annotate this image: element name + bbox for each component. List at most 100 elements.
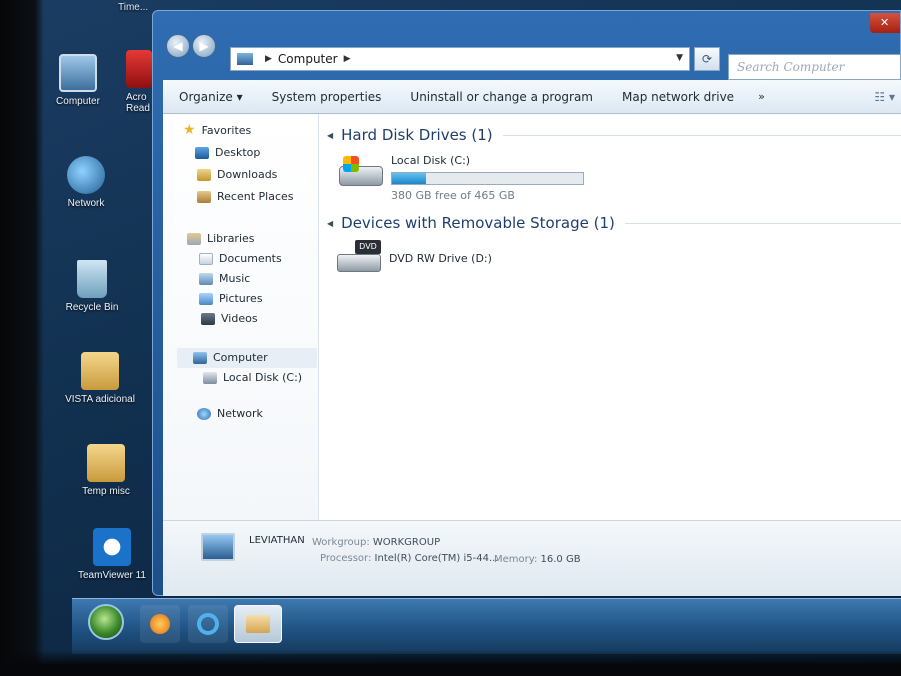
drive-name: Local Disk (C:) — [391, 154, 471, 167]
nav-computer[interactable]: Computer — [193, 351, 268, 364]
command-bar: Organize ▾ System properties Uninstall o… — [163, 80, 901, 114]
nav-label: Recent Places — [217, 190, 294, 203]
internet-explorer-icon — [197, 613, 219, 635]
documents-icon — [199, 252, 213, 265]
nav-pictures[interactable]: Pictures — [199, 292, 263, 305]
nav-downloads[interactable]: Downloads — [197, 168, 277, 181]
windows-logo-icon — [343, 156, 359, 172]
memory-field: Memory: 16.0 GB — [494, 554, 581, 565]
capacity-bar-fill — [392, 173, 427, 184]
teamviewer-icon — [93, 528, 131, 566]
memory-value: 16.0 GB — [540, 554, 581, 565]
hard-drive-icon — [337, 154, 383, 190]
workgroup-field: Workgroup: WORKGROUP — [312, 537, 440, 548]
nav-libraries[interactable]: Libraries — [187, 232, 255, 245]
computer-name: LEVIATHAN — [249, 535, 305, 546]
back-button[interactable]: ◀ — [166, 34, 190, 58]
nav-label: Local Disk (C:) — [223, 371, 303, 384]
desktop-icon-computer[interactable]: Computer — [38, 54, 118, 107]
group-divider — [502, 134, 901, 136]
breadcrumb-chevron-icon[interactable]: ▶ — [344, 54, 351, 64]
desktop-icon-label: Recycle Bin — [65, 302, 119, 313]
address-dropdown-icon[interactable]: ▼ — [676, 53, 683, 63]
libraries-icon — [187, 232, 201, 245]
desktop-icon-acrobat[interactable]: Acro Read — [112, 50, 154, 114]
memory-label: Memory: — [494, 554, 538, 565]
group-header-removable-storage[interactable]: ◀ Devices with Removable Storage (1) — [327, 214, 901, 232]
computer-icon — [59, 54, 97, 92]
breadcrumb-chevron-icon: ▶ — [265, 54, 272, 64]
computer-icon — [237, 53, 253, 65]
forward-button[interactable]: ▶ — [192, 34, 216, 58]
nav-videos[interactable]: Videos — [201, 312, 258, 325]
navigation-pane: ★ Favorites Desktop Downloads Recent Pla… — [163, 114, 319, 520]
change-view-icon[interactable]: ☷ ▾ — [874, 90, 895, 104]
downloads-folder-icon — [197, 168, 211, 181]
desktop-icon-teamviewer[interactable]: TeamViewer 11 — [72, 528, 152, 581]
close-button[interactable] — [870, 13, 900, 33]
desktop-icon-folder-vista[interactable]: VISTA adicional — [60, 352, 140, 405]
dvd-badge: DVD — [355, 240, 381, 254]
nav-label: Downloads — [217, 168, 278, 181]
nav-label: Videos — [221, 312, 258, 325]
nav-local-disk[interactable]: Local Disk (C:) — [203, 371, 302, 384]
collapse-triangle-icon[interactable]: ◀ — [327, 131, 333, 140]
nav-label: Music — [219, 272, 251, 285]
drive-local-disk-c[interactable]: Local Disk (C:) 380 GB free of 465 GB — [337, 154, 584, 202]
group-title: Hard Disk Drives (1) — [341, 126, 493, 144]
start-button[interactable] — [88, 604, 124, 640]
nav-label: Favorites — [201, 123, 252, 137]
nav-label: Computer — [213, 351, 268, 364]
nav-documents[interactable]: Documents — [199, 252, 282, 265]
nav-label: Network — [217, 407, 263, 420]
refresh-button[interactable]: ⟳ — [694, 47, 720, 71]
search-input[interactable]: Search Computer — [728, 54, 901, 80]
collapse-triangle-icon[interactable]: ◀ — [327, 219, 333, 228]
processor-field: Processor: Intel(R) Core(TM) i5-44... — [320, 553, 499, 564]
group-header-hard-disk-drives[interactable]: ◀ Hard Disk Drives (1) — [327, 126, 901, 144]
folder-icon — [81, 352, 119, 390]
desktop-icon-network[interactable]: Network — [46, 156, 126, 209]
nav-label: Libraries — [207, 232, 255, 245]
star-icon: ★ — [183, 122, 196, 138]
details-pane: LEVIATHAN Workgroup: WORKGROUP Memory: 1… — [163, 520, 901, 596]
workgroup-label: Workgroup: — [312, 537, 370, 548]
network-icon — [197, 407, 211, 420]
group-title: Devices with Removable Storage (1) — [341, 214, 615, 232]
recycle-bin-icon — [77, 260, 107, 298]
taskbar-internet-explorer-button[interactable] — [188, 605, 228, 643]
nav-recent-places[interactable]: Recent Places — [197, 190, 294, 203]
videos-icon — [201, 312, 215, 325]
breadcrumb-computer[interactable]: Computer — [278, 52, 338, 66]
nav-music[interactable]: Music — [199, 272, 250, 285]
desktop-icon-recycle-bin[interactable]: Recycle Bin — [52, 260, 132, 313]
nav-network[interactable]: Network — [197, 407, 263, 420]
drive-name: DVD RW Drive (D:) — [389, 251, 492, 265]
music-icon — [199, 272, 213, 285]
acrobat-icon — [126, 50, 152, 88]
network-icon — [67, 156, 105, 194]
dvd-drive-icon: DVD — [335, 240, 381, 276]
desktop-icon-label: Temp misc — [82, 486, 130, 497]
drive-dvd-rw-d[interactable]: DVD DVD RW Drive (D:) — [335, 240, 492, 276]
taskbar-media-player-button[interactable] — [140, 605, 180, 643]
system-properties-button[interactable]: System properties — [272, 90, 382, 104]
drive-free-space: 380 GB free of 465 GB — [391, 189, 515, 202]
group-divider — [624, 222, 901, 224]
processor-value: Intel(R) Core(TM) i5-44... — [374, 553, 499, 564]
workgroup-value: WORKGROUP — [372, 537, 441, 548]
taskbar-explorer-button[interactable] — [234, 605, 282, 643]
nav-favorites[interactable]: ★ Favorites — [183, 122, 251, 138]
pictures-icon — [199, 292, 213, 305]
map-network-drive-button[interactable]: Map network drive — [622, 90, 734, 104]
address-bar[interactable]: ▶ Computer ▶ ▼ — [230, 47, 690, 71]
hard-drive-icon — [203, 371, 217, 384]
nav-label: Desktop — [215, 146, 261, 159]
nav-desktop[interactable]: Desktop — [195, 146, 260, 159]
more-commands-button[interactable]: » — [758, 90, 765, 103]
nav-label: Documents — [219, 252, 282, 265]
desktop-icon-folder-temp[interactable]: Temp misc — [66, 444, 146, 497]
organize-button[interactable]: Organize ▾ — [179, 90, 243, 104]
uninstall-program-button[interactable]: Uninstall or change a program — [410, 90, 593, 104]
content-pane: ◀ Hard Disk Drives (1) Local Disk (C:) 3… — [319, 114, 901, 520]
